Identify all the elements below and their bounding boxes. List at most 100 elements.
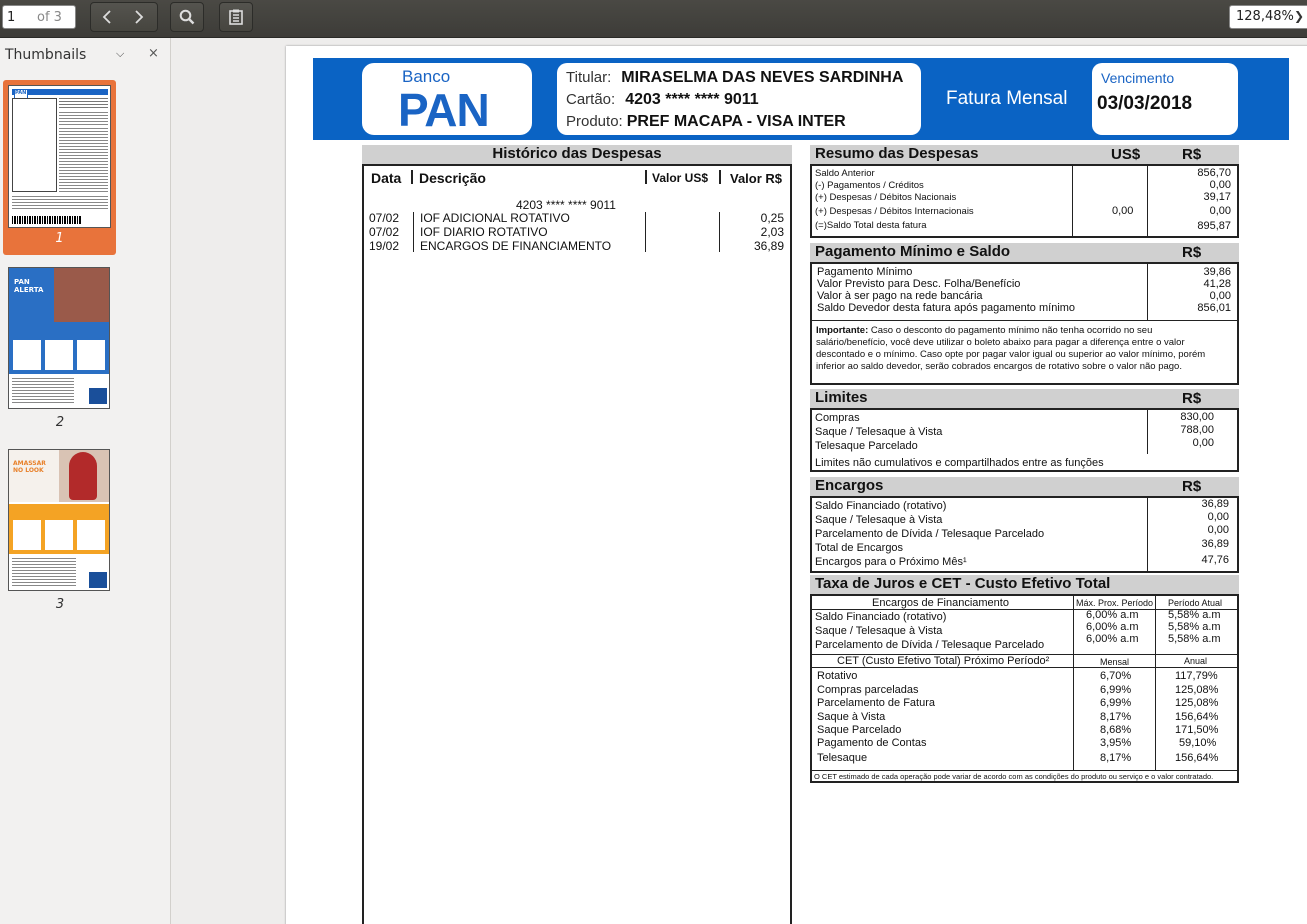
cet-mensal: 6,70% <box>1100 670 1132 682</box>
taxa-atual: 5,58% a.m <box>1168 633 1221 645</box>
encargos-title-bar: Encargos R$ <box>810 477 1239 496</box>
vencimento-date: 03/03/2018 <box>1097 93 1193 114</box>
sidebar-mode-dropdown[interactable]: ⌵ <box>116 47 124 61</box>
limites-title: Limites <box>815 389 868 406</box>
sidebar-title: Thumbnails <box>5 46 87 63</box>
chevron-down-icon: ❯ <box>1294 9 1305 23</box>
historico-title: Histórico das Despesas <box>362 145 792 164</box>
page-number-input[interactable] <box>7 7 33 27</box>
resumo-label: (+) Despesas / Débitos Internacionais <box>815 206 974 217</box>
thumbnail-image: AMASSAR NO LOOK <box>8 449 110 591</box>
taxa-label: Saque / Telesaque à Vista <box>815 625 943 637</box>
limites-note: Limites não cumulativos e compartilhados… <box>815 457 1104 469</box>
cartao-label: Cartão: <box>566 91 616 108</box>
encargos-label: Parcelamento de Dívida / Telesaque Parce… <box>815 528 1045 540</box>
zoom-select[interactable]: 128,48% ❯ <box>1229 5 1307 29</box>
cet-header: CET (Custo Efetivo Total) Próximo Períod… <box>837 655 1050 667</box>
annotations-button[interactable] <box>219 2 253 32</box>
limites-label: Compras <box>815 412 860 424</box>
document-page: Banco PAN Titular: MIRASELMA DAS NEVES SA… <box>286 46 1307 924</box>
encargos-value: 0,00 <box>1207 524 1229 536</box>
resumo-value-usd: 0,00 <box>1112 205 1134 217</box>
importante-label: Importante: <box>816 325 869 336</box>
titular-label: Titular: <box>566 69 612 86</box>
resumo-label: Saldo Anterior <box>815 168 875 179</box>
previous-page-button[interactable] <box>91 3 123 31</box>
row-data: 07/02 <box>369 211 400 225</box>
importante-line: inferior ao saldo devedor, serão cobrado… <box>816 361 1182 372</box>
clipboard-icon <box>229 9 243 25</box>
resumo-label: (-) Pagamentos / Créditos <box>815 180 924 191</box>
row-data: 19/02 <box>369 239 400 253</box>
col-max-prox-periodo: Máx. Prox. Período <box>1076 598 1154 608</box>
taxa-title: Taxa de Juros e CET - Custo Efetivo Tota… <box>810 575 1239 594</box>
logo-pan-text: PAN <box>398 84 490 136</box>
resumo-col-usd: US$ <box>1111 146 1141 163</box>
limites-value: 0,00 <box>1192 437 1214 449</box>
col-data: Data <box>371 170 402 186</box>
cet-mensal: 8,17% <box>1100 752 1132 764</box>
thumbnail-page-2[interactable]: PAN ALERTA 2 <box>8 267 112 432</box>
document-viewer[interactable]: Banco PAN Titular: MIRASELMA DAS NEVES SA… <box>171 38 1307 924</box>
taxa-label: Parcelamento de Dívida / Telesaque Parce… <box>815 639 1045 651</box>
bank-logo: Banco PAN <box>362 63 532 136</box>
pagamento-label: Pagamento Mínimo <box>817 266 913 278</box>
taxa-atual: 5,58% a.m <box>1168 609 1221 621</box>
row-descricao: IOF ADICIONAL ROTATIVO <box>420 211 570 225</box>
taxa-max: 6,00% a.m <box>1086 609 1139 621</box>
cet-label: Saque Parcelado <box>817 724 902 736</box>
resumo-col-brl: R$ <box>1182 146 1202 163</box>
resumo-panel: Resumo das Despesas US$ R$ Saldo Anterio… <box>810 145 1239 238</box>
encargos-label: Encargos para o Próximo Mês¹ <box>815 556 967 568</box>
chevron-right-icon <box>135 10 144 24</box>
sidebar: Thumbnails ⌵ × PAN 1 PAN ALERTA 2 AMASSA… <box>0 38 171 924</box>
cet-label: Pagamento de Contas <box>817 737 927 749</box>
importante-line: Caso o desconto do pagamento mínimo não … <box>870 325 1153 336</box>
row-valor: 36,89 <box>753 239 784 253</box>
resumo-label: (+) Despesas / Débitos Nacionais <box>815 192 957 203</box>
cet-mensal: 8,68% <box>1100 724 1132 736</box>
encargos-panel: Encargos R$ Saldo Financiado (rotativo) … <box>810 477 1239 573</box>
cet-anual: 117,79% <box>1175 670 1218 682</box>
resumo-value: 0,00 <box>1209 205 1231 217</box>
thumbnail-page-3[interactable]: AMASSAR NO LOOK 3 <box>8 449 112 614</box>
search-icon <box>179 9 195 25</box>
page-number-field[interactable]: of 3 <box>2 5 76 29</box>
statement-header: Banco PAN Titular: MIRASELMA DAS NEVES SA… <box>313 58 1289 140</box>
close-sidebar-icon[interactable]: × <box>148 46 159 61</box>
produto-label: Produto: <box>566 113 623 130</box>
pagamento-label: Valor Previsto para Desc. Folha/Benefíci… <box>817 278 1021 290</box>
limites-value: 830,00 <box>1180 411 1214 423</box>
zoom-value: 128,48% <box>1236 9 1294 24</box>
pagamento-panel: Pagamento Mínimo e Saldo R$ Pagamento Mí… <box>810 243 1239 385</box>
pagamento-value: 0,00 <box>1209 290 1231 302</box>
cet-anual: 125,08% <box>1175 697 1219 709</box>
pagamento-label: Saldo Devedor desta fatura após pagament… <box>817 302 1076 314</box>
importante-line: salário/benefício, você deve utilizar o … <box>816 337 1185 348</box>
row-valor: 2,03 <box>760 225 784 239</box>
search-button[interactable] <box>170 2 204 32</box>
page-nav-group <box>90 2 158 32</box>
thumbnail-page-1[interactable]: PAN 1 <box>3 80 116 255</box>
col-valor-usd: Valor US$ <box>652 171 709 185</box>
importante-line: descontado e o mínimo. Caso opte por pag… <box>816 349 1206 360</box>
cet-anual: 125,08% <box>1175 684 1219 696</box>
cet-label: Rotativo <box>817 670 858 682</box>
enc-financiamento-header: Encargos de Financiamento <box>872 597 1009 609</box>
next-page-button[interactable] <box>123 3 155 31</box>
cet-label: Compras parceladas <box>817 684 919 696</box>
historico-card-number: 4203 **** **** 9011 <box>516 198 616 212</box>
fatura-mensal-label: Fatura Mensal <box>946 88 1068 109</box>
col-valor-brl: Valor R$ <box>730 171 783 186</box>
pagamento-value: 856,01 <box>1197 302 1231 314</box>
encargos-col-brl: R$ <box>1182 478 1202 495</box>
encargos-value: 36,89 <box>1201 538 1229 550</box>
cet-mensal: 6,99% <box>1100 684 1132 696</box>
thumbnail-label-3: 3 <box>55 597 65 612</box>
thumbnail-label-2: 2 <box>55 415 65 430</box>
encargos-title: Encargos <box>815 477 884 494</box>
thumbnail-logo: PAN ALERTA <box>14 278 44 294</box>
cet-footnote: O CET estimado de cada operação pode var… <box>814 772 1214 781</box>
row-valor: 0,25 <box>760 211 784 225</box>
taxa-atual: 5,58% a.m <box>1168 621 1221 633</box>
